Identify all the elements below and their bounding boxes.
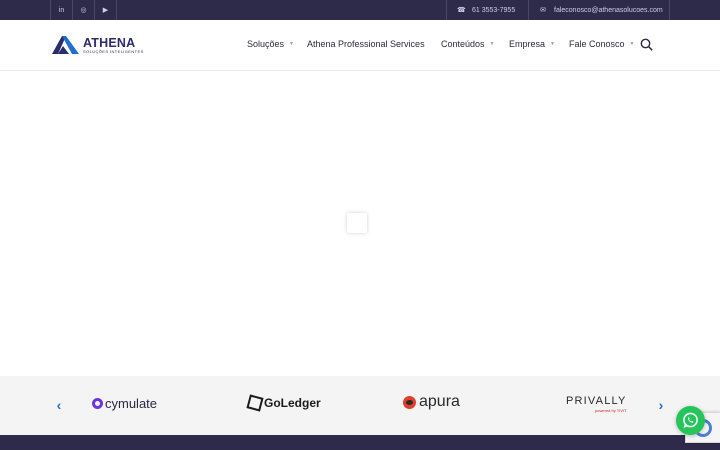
brand-logo-cymulate[interactable]: cymulate [92, 396, 157, 411]
search-icon[interactable] [640, 38, 653, 51]
nav-item-label: Athena Professional Services [307, 39, 425, 49]
athena-logo-icon [52, 36, 79, 54]
chevron-down-icon: ▼ [289, 41, 294, 47]
top-bar: in ◎ ▶ ☎ 61 3553-7955 ✉ faleconosco@athe… [0, 0, 720, 20]
brand-subtitle: powered by TIVIT [595, 408, 627, 413]
nav-item-label: Soluções [247, 39, 285, 49]
brand-logo-apura[interactable]: apura [403, 393, 460, 411]
whatsapp-chat-button[interactable] [676, 406, 705, 435]
brand-name: cymulate [105, 396, 158, 411]
nav-item-label: Empresa [509, 39, 546, 49]
nav-item-professional-services[interactable]: Athena Professional Services [307, 39, 425, 49]
email-address: faleconosco@athenasolucoes.com [554, 6, 663, 14]
logo-wordmark: ATHENA [83, 36, 136, 50]
brand-logo-privally[interactable]: PRIVALLY powered by TIVIT [566, 395, 627, 413]
phone-icon: ☎ [457, 7, 466, 14]
mail-icon: ✉ [540, 7, 546, 14]
phone-number: 61 3553-7955 [472, 6, 516, 14]
partner-carousel: ‹ cymulate GoLedger apura PRIVALLY power… [0, 376, 720, 435]
nav-item-fale-conosco[interactable]: Fale Conosco ▼ [569, 39, 634, 49]
youtube-icon[interactable]: ▶ [94, 0, 117, 20]
brand-name: apura [419, 393, 460, 410]
nav-item-solucoes[interactable]: Soluções ▼ [247, 39, 294, 49]
athena-logo[interactable]: ATHENA SOLUÇÕES INTELIGENTES [52, 35, 152, 57]
brand-logo-goledger[interactable]: GoLedger [246, 394, 321, 412]
nav-item-label: Conteúdos [441, 39, 485, 49]
nav-item-empresa[interactable]: Empresa ▼ [509, 39, 555, 49]
email-link[interactable]: ✉ faleconosco@athenasolucoes.com [528, 0, 670, 20]
brand-name: PRIVALLY [566, 395, 627, 407]
whatsapp-icon [683, 412, 698, 428]
loading-spinner [347, 213, 367, 233]
phone-link[interactable]: ☎ 61 3553-7955 [446, 0, 528, 20]
nav-item-conteudos[interactable]: Conteúdos ▼ [441, 39, 495, 49]
chevron-down-icon: ▼ [629, 41, 635, 47]
site-footer [0, 435, 720, 450]
carousel-prev-button[interactable]: ‹ [53, 397, 65, 413]
chevron-down-icon: ▼ [489, 41, 495, 47]
instagram-icon[interactable]: ◎ [72, 0, 94, 20]
cymulate-mark-icon [92, 398, 103, 409]
brand-name: GoLedger [264, 396, 321, 410]
apura-mark-icon [403, 395, 416, 409]
carousel-next-button[interactable]: › [655, 397, 667, 413]
linkedin-icon[interactable]: in [50, 0, 72, 20]
nav-item-label: Fale Conosco [569, 39, 625, 49]
logo-tagline: SOLUÇÕES INTELIGENTES [83, 49, 144, 54]
goledger-mark-icon [246, 394, 264, 412]
chevron-down-icon: ▼ [550, 41, 555, 47]
